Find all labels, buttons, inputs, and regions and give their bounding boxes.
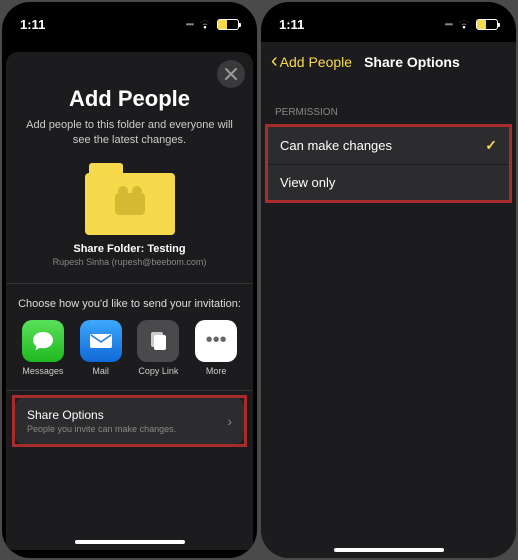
- folder-owner: Rupesh Sinha (rupesh@beebom.com): [6, 257, 253, 267]
- permission-view-only[interactable]: View only: [268, 165, 509, 200]
- share-label: Messages: [22, 366, 63, 376]
- nav-bar: ‹ Add People Share Options: [261, 42, 516, 81]
- status-time: 1:11: [20, 17, 45, 32]
- share-label: Mail: [92, 366, 109, 376]
- mail-icon: [80, 320, 122, 362]
- status-right: ••••: [445, 19, 498, 30]
- share-messages-button[interactable]: Messages: [22, 320, 64, 376]
- more-icon: •••: [195, 320, 237, 362]
- cellular-dots-icon: ••••: [186, 20, 193, 29]
- wifi-icon: [457, 19, 471, 29]
- folder-name: Share Folder: Testing: [6, 243, 253, 255]
- permission-header: Permission: [261, 81, 516, 124]
- checkmark-icon: ✓: [485, 137, 497, 154]
- status-time: 1:11: [279, 17, 304, 32]
- highlight-permissions: Can make changes ✓ View only: [265, 124, 512, 203]
- status-bar: 1:11 ••••: [2, 2, 257, 42]
- wifi-icon: [198, 19, 212, 29]
- screen-add-people: 1:11 •••• Add People Add people to this …: [2, 2, 257, 558]
- messages-icon: [22, 320, 64, 362]
- close-button[interactable]: [217, 60, 245, 88]
- battery-icon: [476, 19, 498, 30]
- home-indicator[interactable]: [334, 548, 444, 552]
- chevron-left-icon: ‹: [271, 50, 278, 73]
- status-bar: 1:11 ••••: [261, 2, 516, 42]
- cellular-dots-icon: ••••: [445, 20, 452, 29]
- share-more-button[interactable]: ••• More: [195, 320, 237, 376]
- share-mail-button[interactable]: Mail: [80, 320, 122, 376]
- screen-share-options: 1:11 •••• ‹ Add People Share Options Per…: [261, 2, 516, 558]
- permission-label: View only: [280, 175, 335, 190]
- sheet-title: Add People: [6, 86, 253, 112]
- copylink-icon: [137, 320, 179, 362]
- chevron-right-icon: ›: [227, 413, 232, 429]
- share-label: More: [206, 366, 227, 376]
- permission-label: Can make changes: [280, 138, 392, 153]
- share-methods: Messages Mail Copy Link ••• More: [6, 320, 253, 376]
- nav-title: Share Options: [364, 54, 460, 70]
- add-people-sheet: Add People Add people to this folder and…: [6, 52, 253, 550]
- options-subtitle: People you invite can make changes.: [27, 424, 176, 434]
- share-options-row[interactable]: Share Options People you invite can make…: [15, 398, 244, 444]
- back-label: Add People: [280, 54, 352, 70]
- highlight-share-options: Share Options People you invite can make…: [12, 395, 247, 447]
- share-label: Copy Link: [138, 366, 178, 376]
- options-title: Share Options: [27, 408, 176, 422]
- share-copylink-button[interactable]: Copy Link: [137, 320, 179, 376]
- sheet-subtitle: Add people to this folder and everyone w…: [26, 118, 233, 149]
- folder-icon: [85, 163, 175, 235]
- invite-label: Choose how you'd like to send your invit…: [6, 298, 253, 310]
- back-button[interactable]: ‹ Add People: [271, 50, 352, 73]
- status-right: ••••: [186, 19, 239, 30]
- battery-icon: [217, 19, 239, 30]
- permission-can-make-changes[interactable]: Can make changes ✓: [268, 127, 509, 165]
- home-indicator[interactable]: [75, 540, 185, 544]
